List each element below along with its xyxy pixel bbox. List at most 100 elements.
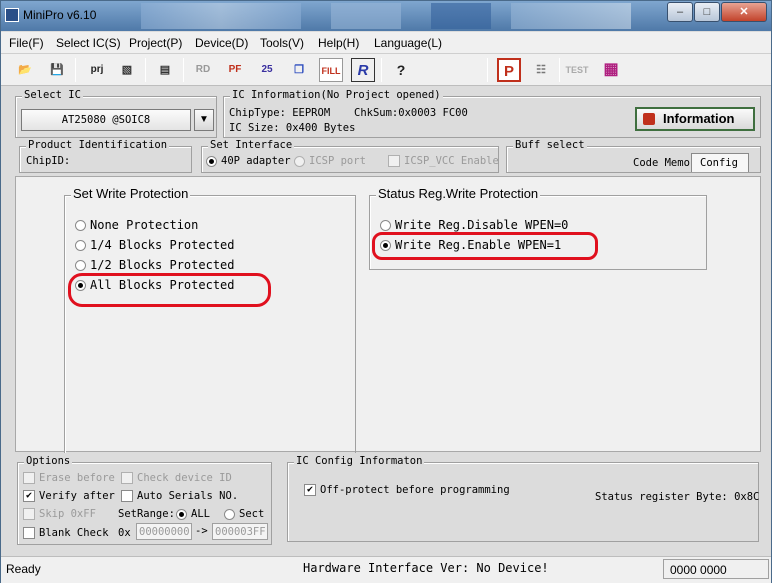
ic-select-dropdown[interactable]: AT25080 @SOIC8 — [21, 109, 191, 131]
skip-0xff-label: Skip 0xFF — [39, 508, 96, 520]
edit-icon[interactable]: R — [351, 58, 375, 82]
chip-save-icon[interactable]: ▤ — [153, 58, 177, 82]
icsp-vcc-label: ICSP_VCC Enable — [404, 155, 499, 167]
read-icon[interactable]: RD — [191, 58, 215, 82]
chip-type: ChipType: EEPROM — [229, 107, 331, 119]
toolbar-separator — [183, 58, 184, 82]
write-protection-group: Set Write Protection None Protection 1/4… — [64, 186, 356, 453]
background-strip — [431, 3, 491, 29]
open-icon[interactable]: 📂 — [13, 58, 37, 82]
quarter-blocks-label: 1/4 Blocks Protected — [90, 238, 235, 252]
checksum: ChkSum:0x0003 FC00 — [354, 107, 468, 119]
counter-display: 0000 0000 — [663, 559, 769, 579]
range-sect-radio[interactable]: Sect — [224, 508, 264, 520]
menu-file[interactable]: File(F) — [9, 36, 44, 50]
icsp-port-radio[interactable]: ICSP port — [294, 155, 366, 167]
checkbox-icon — [23, 508, 35, 520]
window-title: MiniPro v6.10 — [23, 8, 97, 22]
help-icon[interactable]: ? — [389, 58, 413, 82]
hardware-interface-status: Hardware Interface Ver: No Device! — [303, 561, 549, 575]
buff-select-label: Buff select — [513, 139, 587, 151]
ic-size: IC Size: 0x400 Bytes — [229, 122, 356, 134]
range-to-input[interactable]: 000003FF — [212, 523, 268, 540]
radio-selected-icon — [206, 155, 217, 167]
toolbar-separator — [487, 58, 488, 82]
select-ic-group: Select IC AT25080 @SOIC8 ▼ — [15, 89, 217, 138]
menu-language[interactable]: Language(L) — [374, 36, 442, 50]
range-all-radio[interactable]: ALL — [176, 508, 210, 520]
chip-icon[interactable]: ▦ — [599, 58, 623, 82]
protect-icon[interactable]: P — [497, 58, 521, 82]
half-blocks-radio[interactable]: 1/2 Blocks Protected — [75, 258, 235, 272]
program-icon[interactable]: PF — [223, 58, 247, 82]
erase-before-checkbox[interactable]: Erase before — [23, 472, 115, 484]
main-window: MiniPro v6.10 – □ ✕ File(F) Select IC(S)… — [0, 0, 772, 583]
wpen-disable-label: Write Reg.Disable WPEN=0 — [395, 218, 569, 232]
checkbox-icon — [121, 490, 133, 502]
save-project-icon[interactable]: ▧ — [115, 58, 139, 82]
menu-tools[interactable]: Tools(V) — [260, 36, 304, 50]
verify-after-label: Verify after — [39, 490, 115, 502]
menu-select-ic[interactable]: Select IC(S) — [56, 36, 121, 50]
test-icon[interactable]: TEST — [565, 58, 589, 82]
verify-icon[interactable]: 25 — [255, 58, 279, 82]
blank-check-icon[interactable]: ❐ — [287, 58, 311, 82]
off-protect-label: Off-protect before programming — [320, 484, 510, 496]
menu-device[interactable]: Device(D) — [195, 36, 248, 50]
radio-icon — [224, 508, 235, 520]
range-arrow: -> — [195, 525, 208, 537]
product-identification-label: Product Identification — [26, 139, 170, 151]
range-all-label: ALL — [191, 508, 210, 520]
none-protection-radio[interactable]: None Protection — [75, 218, 198, 232]
erase-before-label: Erase before — [39, 472, 115, 484]
background-strip — [141, 3, 301, 29]
skip-0xff-checkbox[interactable]: Skip 0xFF — [23, 508, 96, 520]
blank-check-checkbox[interactable]: Blank Check — [23, 527, 109, 539]
adapter-40p-radio[interactable]: 40P adapter — [206, 155, 291, 167]
chip-id: ChipID: — [26, 155, 71, 167]
information-button[interactable]: Information — [635, 107, 755, 131]
radio-selected-icon — [176, 508, 187, 520]
save-icon[interactable]: 💾 — [45, 58, 69, 82]
minimize-button[interactable]: – — [667, 2, 693, 22]
auto-serials-checkbox[interactable]: Auto Serials NO. — [121, 490, 238, 502]
close-button[interactable]: ✕ — [721, 2, 767, 22]
icsp-vcc-checkbox[interactable]: ICSP_VCC Enable — [388, 155, 499, 167]
range-sect-label: Sect — [239, 508, 265, 520]
checkmark-icon: ✔ — [23, 490, 35, 502]
checkmark-icon: ✔ — [304, 484, 316, 496]
check-device-id-label: Check device ID — [137, 472, 232, 484]
blank-check-label: Blank Check — [39, 527, 109, 539]
toolbar-separator — [75, 58, 76, 82]
wpen-disable-radio[interactable]: Write Reg.Disable WPEN=0 — [380, 218, 568, 232]
menu-bar: File(F) Select IC(S) Project(P) Device(D… — [1, 32, 771, 54]
auto-serials-label: Auto Serials NO. — [137, 490, 239, 502]
red-highlight-all-blocks — [68, 273, 271, 307]
fill-icon[interactable]: FILL — [319, 58, 343, 82]
ic-config-label: IC Config Informaton — [294, 455, 425, 467]
half-blocks-label: 1/2 Blocks Protected — [90, 258, 235, 272]
verify-after-checkbox[interactable]: ✔ Verify after — [23, 490, 115, 502]
information-button-label: Information — [663, 111, 735, 126]
notepad-icon[interactable]: ☷ — [529, 58, 553, 82]
menu-help[interactable]: Help(H) — [318, 36, 359, 50]
toolbar-separator — [145, 58, 146, 82]
title-bar[interactable]: MiniPro v6.10 – □ ✕ — [1, 1, 771, 31]
checkbox-icon — [23, 527, 35, 539]
radio-icon — [380, 220, 391, 231]
open-project-icon[interactable]: prj — [85, 58, 109, 82]
tab-config[interactable]: Config — [691, 153, 749, 172]
range-from-input[interactable]: 00000000 — [136, 523, 192, 540]
chevron-down-icon[interactable]: ▼ — [194, 109, 214, 131]
status-register-byte: Status register Byte: 0x8C — [595, 491, 760, 503]
ic-information-group: IC Information(No Project opened) ChipTy… — [223, 89, 761, 138]
off-protect-checkbox[interactable]: ✔ Off-protect before programming — [304, 484, 510, 496]
maximize-button[interactable]: □ — [694, 2, 720, 22]
tab-code-memo[interactable]: Code Memo — [633, 157, 690, 169]
ic-information-label: IC Information(No Project opened) — [230, 89, 443, 101]
quarter-blocks-radio[interactable]: 1/4 Blocks Protected — [75, 238, 235, 252]
check-device-id-checkbox[interactable]: Check device ID — [121, 472, 232, 484]
radio-icon — [75, 260, 86, 271]
menu-project[interactable]: Project(P) — [129, 36, 182, 50]
buff-select-group: Buff select Code Memo Config — [506, 139, 761, 173]
